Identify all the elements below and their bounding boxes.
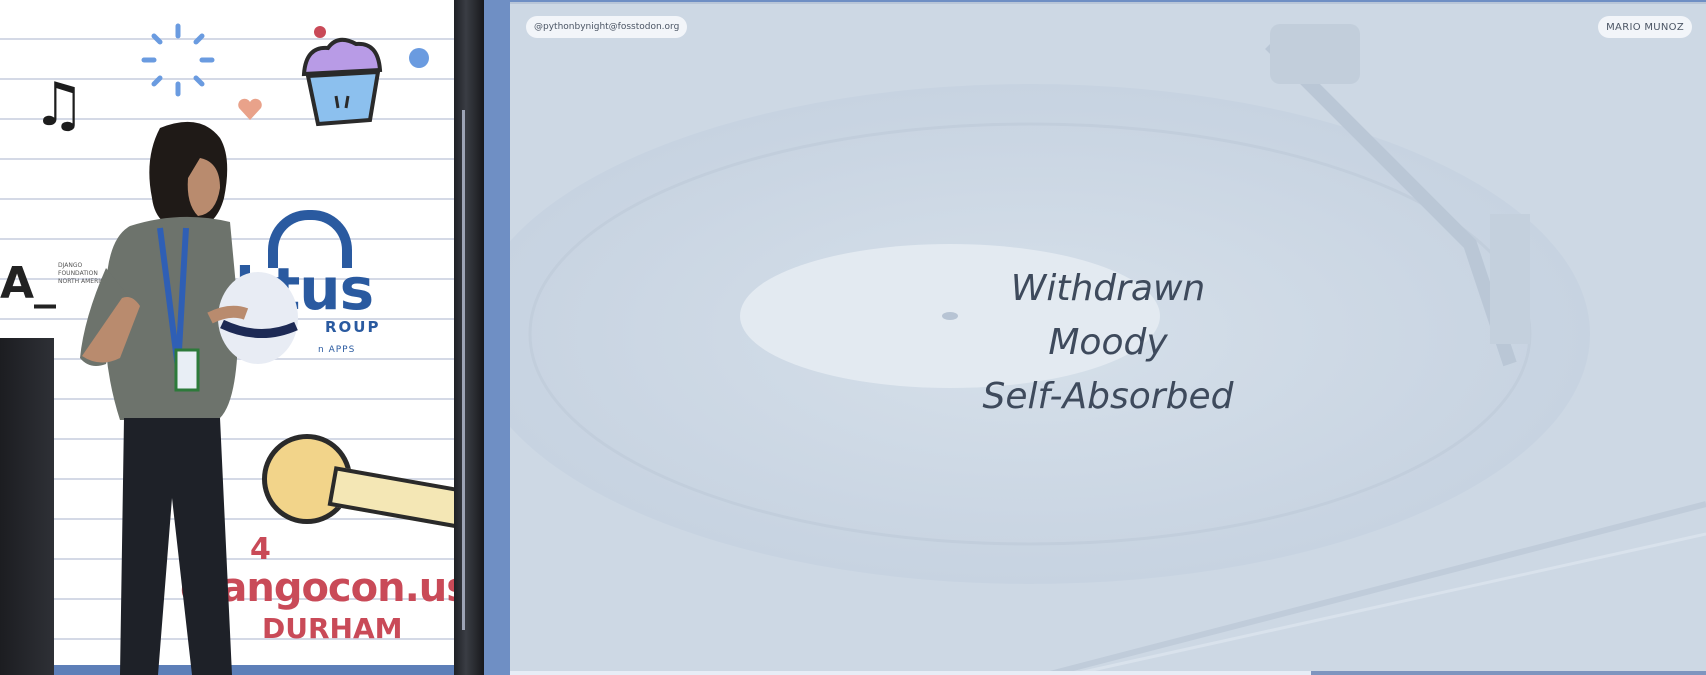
author-name-badge: MARIO MUNOZ (1598, 16, 1692, 38)
slide-word: Moody (1048, 322, 1168, 363)
social-handle-badge: @pythonbynight@fosstodon.org (526, 16, 688, 38)
slide-word-list: Withdrawn Moody Self-Absorbed (510, 262, 1706, 424)
podium (0, 338, 54, 675)
speaker-camera-view: ♫ A_ DJANGO FOUNDATION NORTH AMERICA ktu… (0, 0, 484, 675)
backdrop-partial-letter: A_ (0, 258, 57, 309)
sparkle-icon (141, 23, 215, 97)
video-progress-fill (510, 671, 1311, 675)
pole-highlight (462, 110, 465, 630)
presentation-slide: @pythonbynight@fosstodon.org MARIO MUNOZ… (510, 2, 1706, 675)
stage-pole (454, 0, 484, 675)
speaker-figure (80, 121, 298, 675)
slide-word: Withdrawn (1010, 268, 1206, 309)
decorative-dot (409, 48, 429, 68)
slide-word: Self-Absorbed (982, 376, 1234, 417)
pencil-icon (327, 466, 454, 530)
